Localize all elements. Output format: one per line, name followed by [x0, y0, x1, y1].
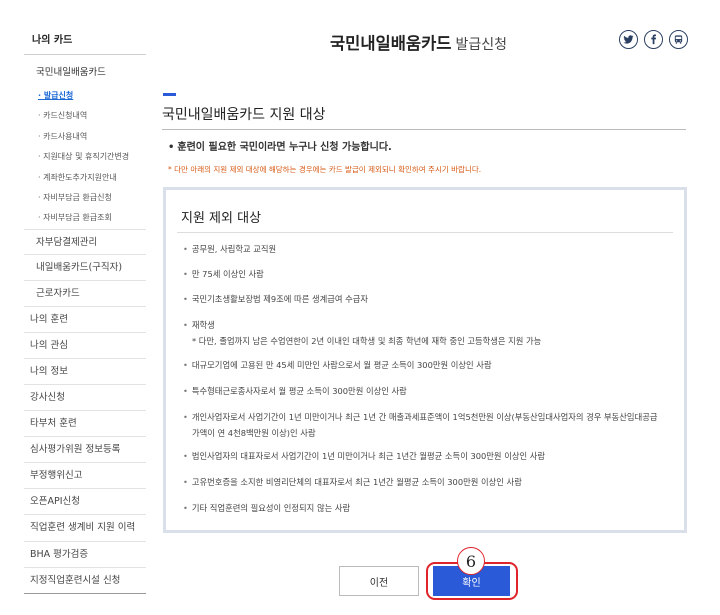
exclusion-item: • 공무원, 사립학교 교직원 — [183, 244, 277, 254]
step-number-badge: 6 — [457, 547, 485, 575]
exclusion-item-note: * 다만, 졸업까지 남은 수업연한이 2년 이내인 대학생 및 최종 학년에 … — [192, 336, 542, 346]
exclusion-divider — [177, 232, 673, 233]
sidebar-child-target-change[interactable]: · 지원대상 및 휴직기간변경 — [24, 147, 146, 167]
sidebar-item-bha[interactable]: BHA 평가검증 — [24, 542, 146, 568]
sidebar-child-refund-apply[interactable]: · 자비부담금 환급신청 — [24, 188, 146, 208]
sidebar-item-worker-card[interactable]: 근로자카드 — [24, 281, 146, 307]
sidebar-item-jobseeker-card[interactable]: 내일배움카드(구직자) — [24, 255, 146, 281]
exclusion-item: • 개인사업자로서 사업기간이 1년 미만이거나 최근 1년 간 매출과세표준액이… — [183, 412, 658, 438]
page-title-suffix: 발급신청 — [455, 37, 507, 53]
section-accent-bar — [163, 93, 176, 96]
exclusion-item: • 법인사업자의 대표자로서 사업기간이 1년 미만이거나 최근 1년간 월평균 … — [183, 451, 546, 461]
sidebar-item-my-card[interactable]: 나의 카드 — [24, 22, 146, 55]
lead-text: • 훈련이 필요한 국민이라면 누구나 신청 가능합니다. — [168, 138, 392, 153]
sidebar: 나의 카드 국민내일배움카드 · 발급신청 · 카드신청내역 · 카드사용내역 … — [24, 22, 146, 594]
exclusion-item: • 만 75세 이상인 사람 — [183, 269, 264, 279]
sidebar-item-misconduct[interactable]: 부정행위신고 — [24, 463, 146, 490]
bus-icon[interactable] — [669, 30, 688, 49]
sidebar-item-reviewer[interactable]: 심사평가위원 정보등록 — [24, 437, 146, 464]
exclusion-box: 지원 제외 대상 • 공무원, 사립학교 교직원 • 만 75세 이상인 사람 • 국… — [163, 187, 687, 533]
sidebar-item-my-info[interactable]: 나의 정보 — [24, 359, 146, 386]
exclusion-item: • 기타 직업훈련의 필요성이 인정되지 않는 사람 — [183, 503, 351, 513]
sidebar-child-card-history[interactable]: · 카드신청내역 — [24, 106, 146, 126]
exclusion-item: • 대규모기업에 고용된 만 45세 미만인 사람으로서 월 평균 소득이 300… — [183, 360, 492, 370]
facebook-icon[interactable] — [644, 30, 663, 49]
sidebar-child-card-usage[interactable]: · 카드사용내역 — [24, 127, 146, 147]
notice-text: * 다만 아래의 지원 제외 대상에 해당하는 경우에는 카드 발급이 제외되니… — [168, 165, 482, 174]
twitter-icon[interactable] — [619, 30, 638, 49]
sidebar-item-instructor[interactable]: 강사신청 — [24, 385, 146, 412]
sidebar-item-facility[interactable]: 지정직업훈련시설 신청 — [24, 568, 146, 594]
sidebar-item-other-ministry[interactable]: 타부처 훈련 — [24, 411, 146, 438]
sidebar-child-apply[interactable]: · 발급신청 — [24, 86, 146, 106]
page-title-main: 국민내일배움카드 — [330, 34, 452, 53]
sidebar-item-my-interest[interactable]: 나의 관심 — [24, 333, 146, 359]
sidebar-item-self-pay[interactable]: 자부담결제관리 — [24, 228, 146, 255]
exclusion-title: 지원 제외 대상 — [181, 211, 262, 226]
section-title: 국민내일배움카드 지원 대상 — [162, 107, 326, 123]
lead-bullet: • — [168, 142, 175, 153]
exclusion-item: • 특수형태근로종사자로서 월 평균 소득이 300만원 이상인 사람 — [183, 386, 407, 396]
sidebar-item-my-training[interactable]: 나의 훈련 — [24, 307, 146, 333]
lead-text-content: 훈련이 필요한 국민이라면 누구나 신청 가능합니다. — [177, 142, 392, 153]
sidebar-child-refund-lookup[interactable]: · 자비부담금 환급조회 — [24, 208, 146, 228]
sidebar-item-open-api[interactable]: 오픈API신청 — [24, 489, 146, 516]
exclusion-item: • 재학생 * 다만, 졸업까지 남은 수업연한이 2년 이내인 대학생 및 최종 … — [183, 317, 673, 349]
sidebar-item-living-cost[interactable]: 직업훈련 생계비 지원 이력 — [24, 515, 146, 542]
prev-button[interactable]: 이전 — [339, 566, 419, 596]
exclusion-item: • 국민기초생활보장법 제9조에 따른 생계급여 수급자 — [183, 294, 369, 304]
exclusion-item: • 고유번호증을 소지한 비영리단체의 대표자로서 최근 1년간 월평균 소득이 … — [183, 477, 522, 487]
section-divider — [162, 129, 686, 130]
sidebar-children: · 발급신청 · 카드신청내역 · 카드사용내역 · 지원대상 및 휴직기간변경… — [24, 86, 146, 229]
sidebar-child-limit-info[interactable]: · 계좌한도추가지원안내 — [24, 168, 146, 188]
sidebar-item-national-card[interactable]: 국민내일배움카드 — [24, 55, 146, 86]
page-title: 국민내일배움카드 발급신청 — [330, 30, 507, 54]
